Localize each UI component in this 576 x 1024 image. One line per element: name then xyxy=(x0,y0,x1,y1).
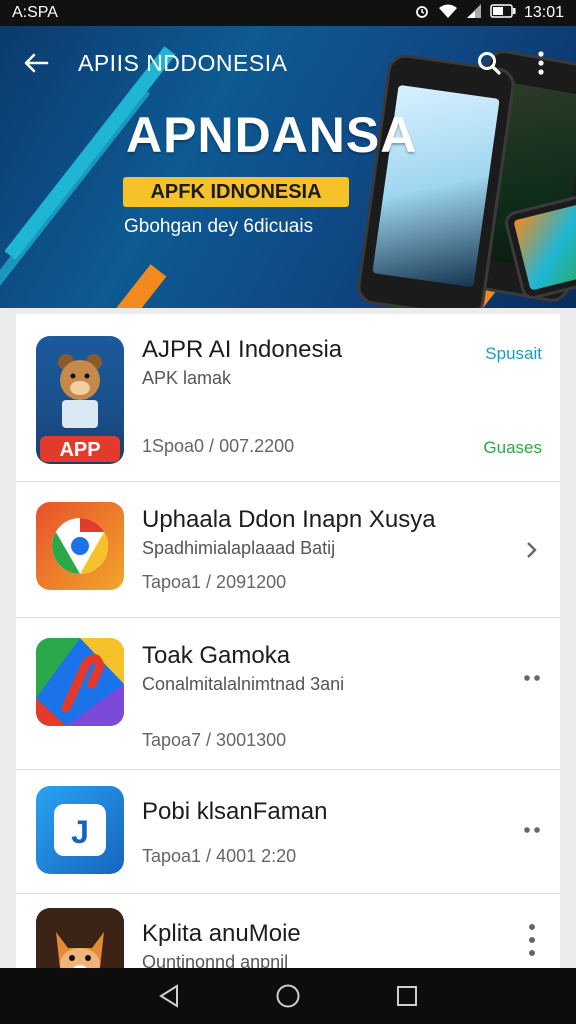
app-meta: Tapoa1 / 4001 2:20 xyxy=(142,846,297,866)
circle-home-icon xyxy=(276,984,300,1008)
chrome-icon xyxy=(36,502,124,590)
more-vert-icon xyxy=(529,924,535,956)
more-vert-icon xyxy=(538,51,544,75)
hero-badge: APFK IDNONESIA xyxy=(123,177,349,207)
hero-subtitle: Gbohgan dey 6dicuais xyxy=(124,216,314,237)
list-item[interactable]: Kplita anuMoie Ountinonnd anpnil xyxy=(16,894,560,968)
bear-app-icon: APP xyxy=(36,336,124,464)
row-more-button[interactable] xyxy=(520,666,544,690)
overflow-menu-button[interactable] xyxy=(524,46,558,80)
row-more-button[interactable] xyxy=(520,818,544,842)
search-button[interactable] xyxy=(472,46,506,80)
jd-icon: J xyxy=(36,786,124,874)
row-expand-button[interactable] xyxy=(520,538,544,562)
nav-back-button[interactable] xyxy=(149,976,189,1016)
square-recents-icon xyxy=(396,986,417,1006)
wifi-icon xyxy=(438,3,458,24)
signal-icon xyxy=(466,3,482,24)
battery-icon xyxy=(490,3,516,23)
status-time: 13:01 xyxy=(523,4,564,21)
app-name: AJPR AI Indonesia xyxy=(142,336,343,363)
app-name: Toak Gamoka xyxy=(142,642,291,669)
fox-app-icon xyxy=(36,908,124,968)
arrow-left-icon xyxy=(24,53,49,73)
row-action-bottom[interactable]: Guases xyxy=(483,438,542,458)
status-icons: 13:01 xyxy=(414,3,564,24)
list-item[interactable]: APP AJPR AI Indonesia APK lamak 1Spoa0 /… xyxy=(16,314,560,482)
app-name: Kplita anuMoie xyxy=(142,920,301,947)
list-item[interactable]: Toak Gamoka Conalmitalalnimtnad 3ani Tap… xyxy=(16,618,560,770)
more-horiz-icon xyxy=(524,827,540,833)
hero-title: APNDANSA xyxy=(126,107,418,163)
back-button[interactable] xyxy=(18,45,54,81)
app-meta: 1Spoa0 / 007.2200 xyxy=(142,436,295,456)
nav-recents-button[interactable] xyxy=(387,976,427,1016)
app-meta: Tapoa1 / 2091200 xyxy=(142,572,287,592)
chevron-right-icon xyxy=(527,542,537,558)
svg-text:J: J xyxy=(71,814,89,850)
app-list: APP AJPR AI Indonesia APK lamak 1Spoa0 /… xyxy=(16,314,560,968)
search-icon xyxy=(478,52,501,75)
status-bar: A:SPA 13:01 xyxy=(0,0,576,26)
app-bar-title: APIIS NDDONESIA xyxy=(78,49,288,76)
app-subtitle: Spadhimialaplaaad Batij xyxy=(142,538,336,558)
app-name: Uphaala Ddon Inapn Xusya xyxy=(142,506,436,533)
list-item[interactable]: J Pobi klsanFaman Tapoa1 / 4001 2:20 xyxy=(16,770,560,894)
list-item[interactable]: Uphaala Ddon Inapn Xusya Spadhimialaplaa… xyxy=(16,482,560,618)
app-name: Pobi klsanFaman xyxy=(142,798,328,825)
top-app-bar: APIIS NDDONESIA xyxy=(0,26,576,100)
alarm-icon xyxy=(414,3,430,24)
hero-decor-stripe xyxy=(113,264,167,308)
system-nav-bar xyxy=(0,968,576,1024)
app-meta: Tapoa7 / 3001300 xyxy=(142,730,287,750)
status-left-text: A:SPA xyxy=(12,4,58,21)
app-subtitle: Conalmitalalnimtnad 3ani xyxy=(142,674,345,694)
app-icon-label: APP xyxy=(59,439,100,461)
maps-icon xyxy=(36,638,124,726)
row-more-button[interactable] xyxy=(520,920,544,960)
app-subtitle: APK lamak xyxy=(142,368,232,388)
nav-home-button[interactable] xyxy=(268,976,308,1016)
row-action-top[interactable]: Spusait xyxy=(485,344,542,364)
triangle-back-icon xyxy=(159,984,179,1008)
more-horiz-icon xyxy=(524,675,540,681)
app-subtitle: Ountinonnd anpnil xyxy=(142,952,289,968)
